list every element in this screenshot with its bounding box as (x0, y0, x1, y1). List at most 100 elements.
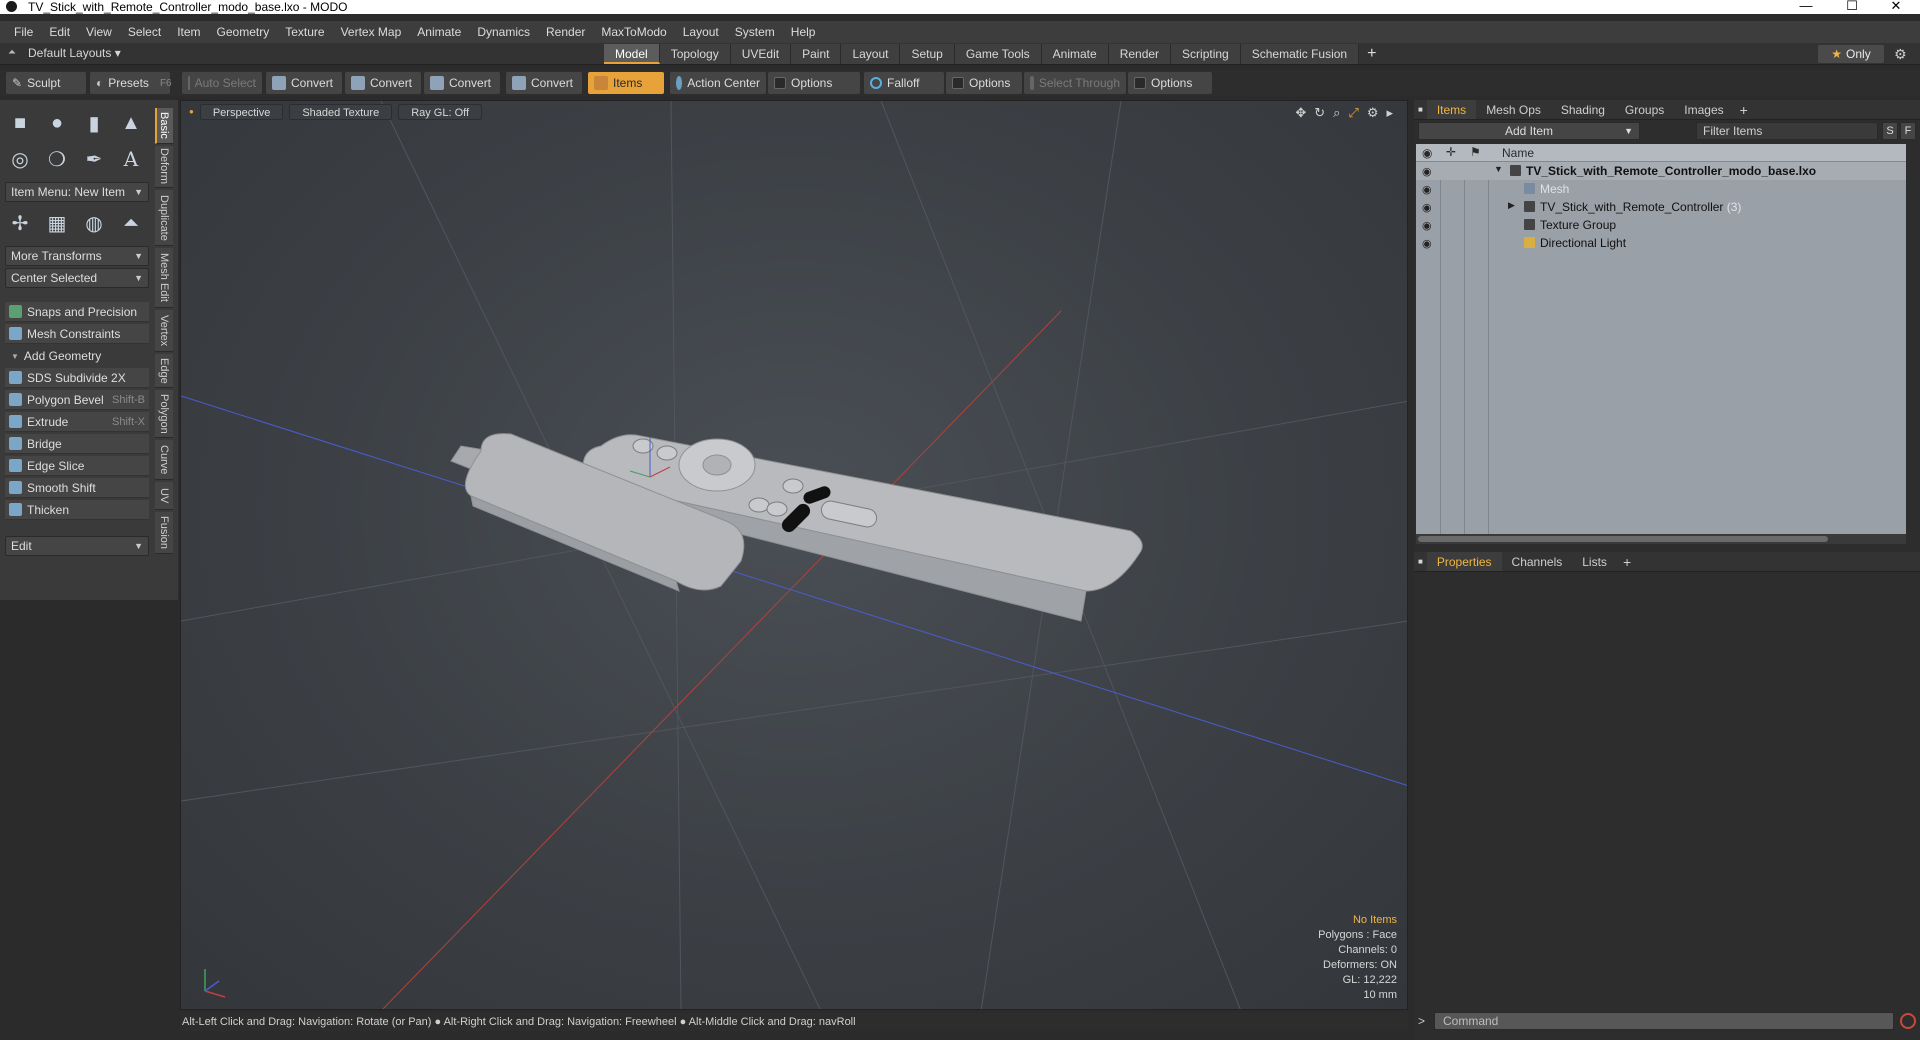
falloff-options-button[interactable]: Options (946, 72, 1022, 94)
menu-dynamics[interactable]: Dynamics (469, 25, 538, 39)
tab-topology[interactable]: Topology (659, 44, 731, 64)
menu-vertex-map[interactable]: Vertex Map (333, 25, 410, 39)
tab-render[interactable]: Render (1108, 44, 1172, 64)
ray-gl-button[interactable]: Ray GL: Off (398, 104, 483, 120)
panel-menu-icon[interactable]: ■ (1414, 100, 1427, 119)
tab-paint[interactable]: Paint (791, 44, 842, 64)
tab-properties[interactable]: Properties (1426, 552, 1502, 571)
filter-s-button[interactable]: S (1882, 122, 1898, 140)
add-panel-tab-button[interactable]: + (1734, 100, 1754, 119)
3d-viewport[interactable]: ● Perspective Shaded Texture Ray GL: Off… (180, 100, 1408, 1010)
menu-view[interactable]: View (78, 25, 120, 39)
cube-icon[interactable]: ■ (5, 108, 35, 138)
vtab-deform[interactable]: Deform (155, 146, 173, 188)
convert-vertices-button[interactable]: Convert (266, 72, 342, 94)
gear-icon[interactable]: ⚙ (1894, 46, 1907, 63)
sphere-icon[interactable]: ● (42, 108, 72, 138)
edit-dropdown[interactable]: Edit ▼ (5, 536, 149, 556)
menu-system[interactable]: System (727, 25, 783, 39)
menu-file[interactable]: File (6, 25, 41, 39)
cone-icon[interactable]: ▲ (116, 108, 146, 138)
fit-icon[interactable]: ⤢ (1348, 105, 1358, 121)
tree-row-texture-group[interactable]: ◉ Texture Group (1416, 216, 1906, 234)
tab-shading[interactable]: Shading (1551, 100, 1615, 119)
tree-row-mesh[interactable]: ◉ Mesh (1416, 180, 1906, 198)
falloff-button[interactable]: Falloff (864, 72, 944, 94)
menu-item[interactable]: Item (169, 25, 208, 39)
globe-icon[interactable]: ◍ (79, 208, 109, 238)
tab-schematic-fusion[interactable]: Schematic Fusion (1240, 44, 1360, 64)
auto-select-button[interactable]: Auto Select (182, 72, 262, 94)
add-item-button[interactable]: Add Item ▼ (1418, 122, 1640, 140)
visibility-column-eye-icon[interactable]: ◉ (1422, 146, 1432, 160)
items-mode-button[interactable]: Items (588, 72, 664, 94)
edge-slice-button[interactable]: Edge Slice (5, 456, 149, 476)
tab-game-tools[interactable]: Game Tools (954, 44, 1042, 64)
tab-lists[interactable]: Lists (1572, 552, 1617, 571)
tab-uvedit[interactable]: UVEdit (730, 44, 792, 64)
text-tool-icon[interactable]: A (116, 144, 146, 174)
command-input[interactable]: Command (1434, 1012, 1894, 1030)
zoom-icon[interactable]: ⌕ (1333, 105, 1340, 121)
center-selected-dropdown[interactable]: Center Selected ▼ (5, 268, 149, 288)
tab-channels[interactable]: Channels (1502, 552, 1573, 571)
tab-setup[interactable]: Setup (900, 44, 955, 64)
convert-materials-button[interactable]: Convert (506, 72, 582, 94)
visibility-eye-icon[interactable]: ◉ (1422, 201, 1432, 214)
vtab-curve[interactable]: Curve (155, 440, 173, 480)
add-tab-button[interactable]: + (1359, 44, 1384, 64)
visibility-eye-icon[interactable]: ◉ (1422, 183, 1432, 196)
tab-images[interactable]: Images (1674, 100, 1733, 119)
sculpt-button[interactable]: ✎ Sculpt (6, 72, 86, 94)
action-center-button[interactable]: Action Center (670, 72, 766, 94)
transform-icon[interactable]: ✢ (5, 208, 35, 238)
tree-row-group[interactable]: ◉ ▶ TV_Stick_with_Remote_Controller (3) (1416, 198, 1906, 216)
default-layouts-dropdown[interactable]: Default Layouts ▾ (28, 46, 121, 60)
menu-layout[interactable]: Layout (675, 25, 727, 39)
add-panel-tab-button[interactable]: + (1617, 552, 1637, 571)
select-through-button[interactable]: Select Through (1024, 72, 1126, 94)
sds-subdivide-button[interactable]: SDS Subdivide 2X (5, 368, 149, 388)
select-options-button[interactable]: Options (1128, 72, 1212, 94)
filter-items-input[interactable]: Filter Items (1696, 122, 1878, 140)
presets-button[interactable]: ◐ Presets F6 (90, 72, 172, 94)
bridge-button[interactable]: Bridge (5, 434, 149, 454)
record-macro-icon[interactable] (1900, 1013, 1916, 1029)
thicken-button[interactable]: Thicken (5, 500, 149, 520)
menu-edit[interactable]: Edit (41, 25, 78, 39)
grid-icon[interactable]: ▦ (42, 208, 72, 238)
vtab-fusion[interactable]: Fusion (155, 512, 173, 554)
expand-triangle-icon[interactable]: ▼ (1494, 164, 1503, 174)
menu-texture[interactable]: Texture (277, 25, 332, 39)
rotate-icon[interactable]: ↻ (1314, 105, 1325, 121)
lock-column-icon[interactable]: ✛ (1446, 145, 1456, 159)
expand-triangle-icon[interactable]: ▶ (1508, 200, 1515, 211)
shaded-texture-button[interactable]: Shaded Texture (289, 104, 393, 120)
tab-scripting[interactable]: Scripting (1171, 44, 1241, 64)
extrude-button[interactable]: Extrude Shift-X (5, 412, 149, 432)
visibility-eye-icon[interactable]: ◉ (1422, 165, 1432, 178)
minimize-button[interactable]: — (1786, 0, 1826, 14)
visibility-eye-icon[interactable]: ◉ (1422, 219, 1432, 232)
vtab-polygon[interactable]: Polygon (155, 390, 173, 438)
vtab-edge[interactable]: Edge (155, 354, 173, 388)
pan-icon[interactable]: ✥ (1295, 105, 1306, 121)
convert-polygons-button[interactable]: Convert (424, 72, 500, 94)
tab-groups[interactable]: Groups (1615, 100, 1674, 119)
menu-help[interactable]: Help (783, 25, 824, 39)
menu-render[interactable]: Render (538, 25, 593, 39)
expand-arrow-icon[interactable]: ▸ (1386, 105, 1393, 121)
item-menu-dropdown[interactable]: Item Menu: New Item ▼ (5, 182, 149, 202)
tab-animate[interactable]: Animate (1041, 44, 1109, 64)
more-transforms-dropdown[interactable]: More Transforms ▼ (5, 246, 149, 266)
viewport-settings-icon[interactable]: ⚙ (1367, 105, 1379, 121)
add-geometry-section[interactable]: ▼ Add Geometry (5, 346, 149, 366)
render-column-icon[interactable]: ⚑ (1470, 145, 1481, 159)
convert-edges-button[interactable]: Convert (345, 72, 421, 94)
vtab-mesh-edit[interactable]: Mesh Edit (155, 248, 173, 308)
perspective-view-button[interactable]: Perspective (199, 104, 284, 120)
polygon-bevel-button[interactable]: Polygon Bevel Shift-B (5, 390, 149, 410)
smooth-shift-button[interactable]: Smooth Shift (5, 478, 149, 498)
vtab-uv[interactable]: UV (155, 482, 173, 510)
capsule-icon[interactable]: ❍ (42, 144, 72, 174)
